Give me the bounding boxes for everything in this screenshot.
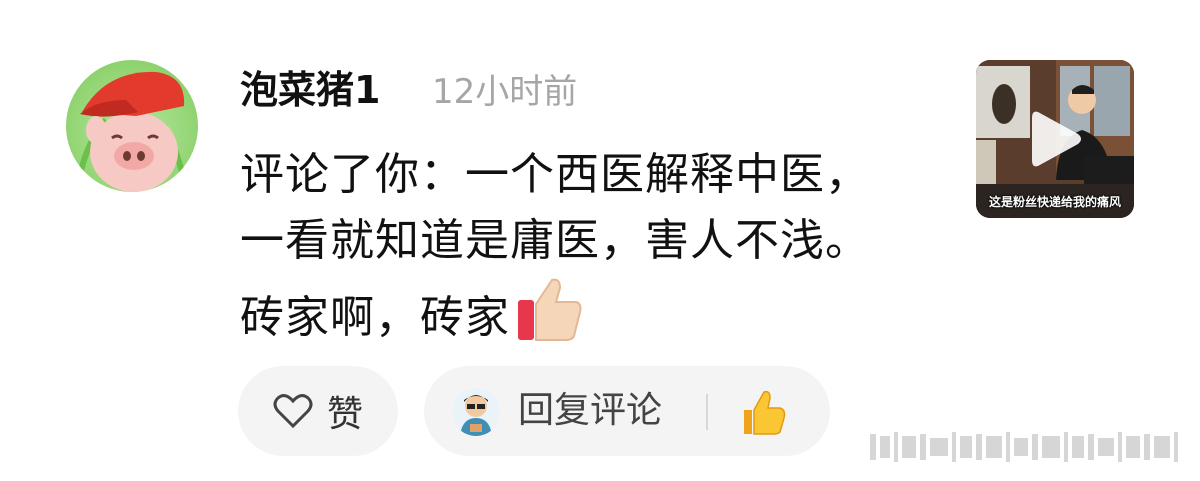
thumbs-up-emoji-icon	[514, 274, 584, 363]
video-caption: 这是粉丝快递给我的痛风	[988, 195, 1121, 209]
pig-cartoon-icon	[73, 71, 189, 192]
comment-text: 评论了你：一个西医解释中医，一看就知道是庸医，害人不浅。砖家啊，砖家	[240, 142, 890, 363]
reply-comment-label: 回复评论	[518, 390, 663, 431]
like-button[interactable]: 赞	[238, 366, 398, 456]
play-icon[interactable]	[1030, 108, 1082, 170]
timestamp: 12小时前	[432, 72, 578, 112]
divider	[706, 394, 708, 430]
reply-box[interactable]: 回复评论	[424, 366, 830, 456]
video-thumbnail[interactable]: 这是粉丝快递给我的痛风	[976, 60, 1134, 218]
user-avatar[interactable]	[66, 60, 198, 192]
like-label: 赞	[326, 394, 363, 435]
username[interactable]: 泡菜猪1	[240, 66, 380, 114]
blurred-overlay	[870, 430, 1188, 464]
thumbs-up-icon[interactable]	[740, 388, 786, 436]
my-avatar	[452, 388, 500, 436]
heart-outline-icon	[273, 394, 313, 429]
cartoon-avatar-icon	[460, 395, 492, 436]
